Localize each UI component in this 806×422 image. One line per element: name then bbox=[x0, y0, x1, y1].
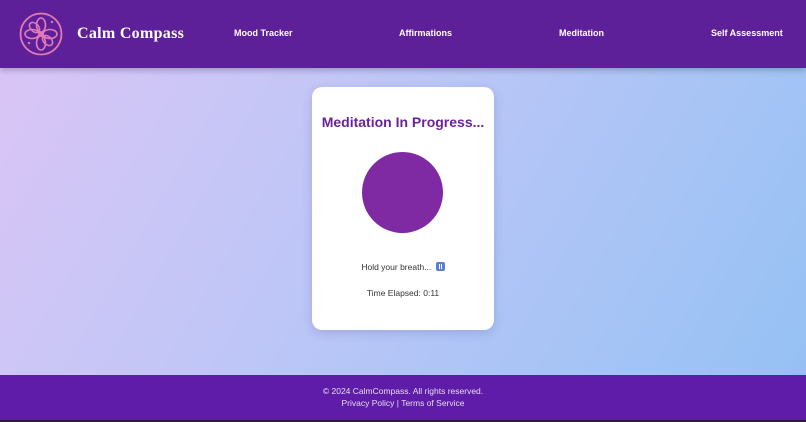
privacy-policy-link[interactable]: Privacy Policy bbox=[341, 398, 394, 408]
time-elapsed-value: 0:11 bbox=[423, 288, 440, 298]
nav-mood-tracker[interactable]: Mood Tracker bbox=[234, 27, 293, 39]
time-elapsed: Time Elapsed: 0:11 bbox=[0, 288, 806, 299]
time-elapsed-label: Time Elapsed: bbox=[366, 288, 421, 298]
breath-instruction: Hold your breath... bbox=[0, 262, 806, 273]
brand-name: Calm Compass bbox=[77, 25, 185, 42]
nav-meditation[interactable]: Meditation bbox=[559, 27, 604, 39]
pause-icon bbox=[435, 262, 445, 271]
breath-instruction-text: Hold your breath... bbox=[361, 262, 432, 272]
nav-self-assessment[interactable]: Self Assessment bbox=[711, 27, 783, 39]
breathing-circle bbox=[362, 152, 443, 233]
flower-logo-icon[interactable] bbox=[19, 12, 63, 56]
site-header: Calm Compass Mood Tracker Affirmations M… bbox=[0, 0, 806, 68]
footer-copyright: © 2024 CalmCompass. All rights reserved. bbox=[322, 386, 484, 396]
meditation-title: Meditation In Progress... bbox=[321, 114, 485, 130]
terms-of-service-link[interactable]: Terms of Service bbox=[401, 398, 464, 408]
footer-links: Privacy Policy | Terms of Service bbox=[0, 398, 806, 409]
footer-separator: | bbox=[396, 398, 399, 408]
nav-affirmations[interactable]: Affirmations bbox=[399, 27, 452, 39]
